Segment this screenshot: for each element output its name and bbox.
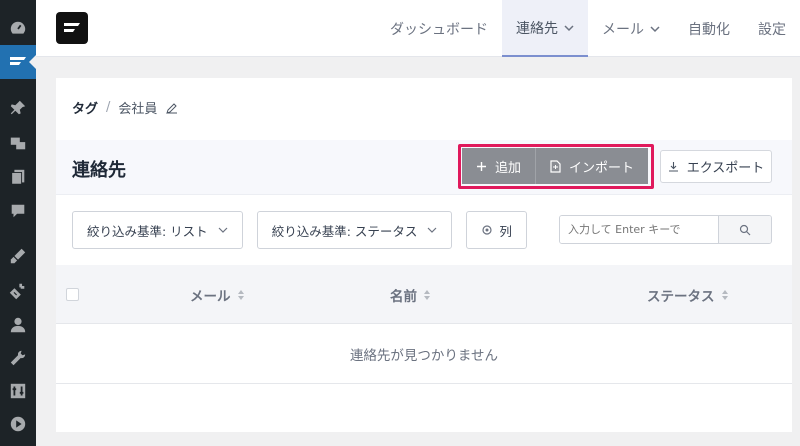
- nav-dashboard-label: ダッシュボード: [390, 21, 488, 38]
- chevron-down-icon: [564, 24, 574, 31]
- nav-contacts[interactable]: 連絡先: [502, 0, 588, 57]
- search-box: [559, 215, 772, 244]
- play-icon[interactable]: [8, 414, 28, 434]
- pin-icon[interactable]: [8, 98, 28, 118]
- sort-icon: [424, 290, 430, 300]
- column-email-label: メール: [190, 289, 231, 305]
- settings-icon[interactable]: [8, 381, 28, 401]
- dashboard-icon[interactable]: [8, 18, 28, 38]
- sort-icon: [721, 290, 728, 300]
- breadcrumb-root[interactable]: タグ: [72, 98, 98, 117]
- nav-automations-label: 自動化: [688, 21, 730, 38]
- empty-state: 連絡先が見つかりません: [56, 324, 792, 384]
- empty-state-text: 連絡先が見つかりません: [349, 347, 499, 364]
- filters-row: 絞り込み基準: リスト 絞り込み基準: ステータス 列: [72, 211, 527, 249]
- main-nav: ダッシュボード 連絡先 メール 自動化 設定: [376, 0, 800, 57]
- media-icon[interactable]: [8, 133, 28, 153]
- export-button[interactable]: エクスポート: [660, 150, 772, 183]
- pages-icon[interactable]: [8, 167, 28, 187]
- edit-pencil-icon[interactable]: [165, 101, 179, 115]
- tools-icon[interactable]: [8, 348, 28, 368]
- nav-automations[interactable]: 自動化: [674, 0, 744, 57]
- columns-button[interactable]: 列: [466, 211, 527, 249]
- chevron-down-icon: [650, 25, 660, 32]
- chevron-down-icon: [218, 227, 228, 233]
- fluent-crm-icon[interactable]: [0, 45, 36, 79]
- gear-icon: [482, 225, 492, 235]
- users-icon[interactable]: [8, 315, 28, 335]
- status-filter-select[interactable]: 絞り込み基準: ステータス: [256, 211, 453, 249]
- top-navigation-bar: ダッシュボード 連絡先 メール 自動化 設定: [36, 0, 800, 57]
- column-email[interactable]: メール: [190, 285, 245, 305]
- breadcrumb-current: 会社員: [118, 102, 158, 117]
- nav-settings-label: 設定: [758, 21, 786, 38]
- fluentcrm-logo[interactable]: [56, 12, 88, 44]
- breadcrumb: タグ / 会社員: [72, 98, 179, 117]
- search-input[interactable]: [560, 216, 718, 243]
- list-filter-label: 絞り込み基準: リスト: [87, 223, 208, 239]
- wp-admin-sidebar: [0, 0, 36, 446]
- nav-dashboard[interactable]: ダッシュボード: [376, 0, 502, 57]
- contacts-header: 連絡先 追加 インポート エクスポート: [56, 140, 792, 195]
- page-title: 連絡先: [72, 160, 126, 181]
- column-status[interactable]: ステータス: [647, 285, 729, 305]
- plugins-icon[interactable]: [8, 281, 28, 301]
- download-icon: [668, 162, 678, 172]
- status-filter-label: 絞り込み基準: ステータス: [271, 223, 418, 239]
- nav-emails[interactable]: メール: [588, 0, 674, 57]
- select-all-checkbox[interactable]: [66, 288, 79, 301]
- appearance-icon[interactable]: [8, 246, 28, 266]
- chevron-down-icon: [427, 227, 437, 233]
- sort-icon: [237, 290, 244, 300]
- column-name-label: 名前: [390, 289, 417, 305]
- list-filter-select[interactable]: 絞り込み基準: リスト: [72, 211, 243, 249]
- breadcrumb-separator: /: [106, 100, 111, 115]
- search-icon: [739, 224, 751, 235]
- comments-icon[interactable]: [8, 201, 28, 221]
- contacts-card: タグ / 会社員 連絡先 追加 インポート エクスポート 絞り込み基準: リスト: [56, 78, 792, 432]
- nav-settings[interactable]: 設定: [744, 0, 800, 57]
- nav-emails-label: メール: [602, 21, 644, 38]
- export-button-label: エクスポート: [686, 161, 765, 176]
- columns-button-label: 列: [499, 223, 512, 239]
- nav-contacts-label: 連絡先: [516, 20, 558, 37]
- column-name[interactable]: 名前: [390, 285, 431, 305]
- highlight-frame: [458, 144, 654, 189]
- search-button[interactable]: [718, 216, 771, 243]
- column-status-label: ステータス: [647, 289, 715, 305]
- table-header: メール 名前 ステータス: [56, 265, 792, 324]
